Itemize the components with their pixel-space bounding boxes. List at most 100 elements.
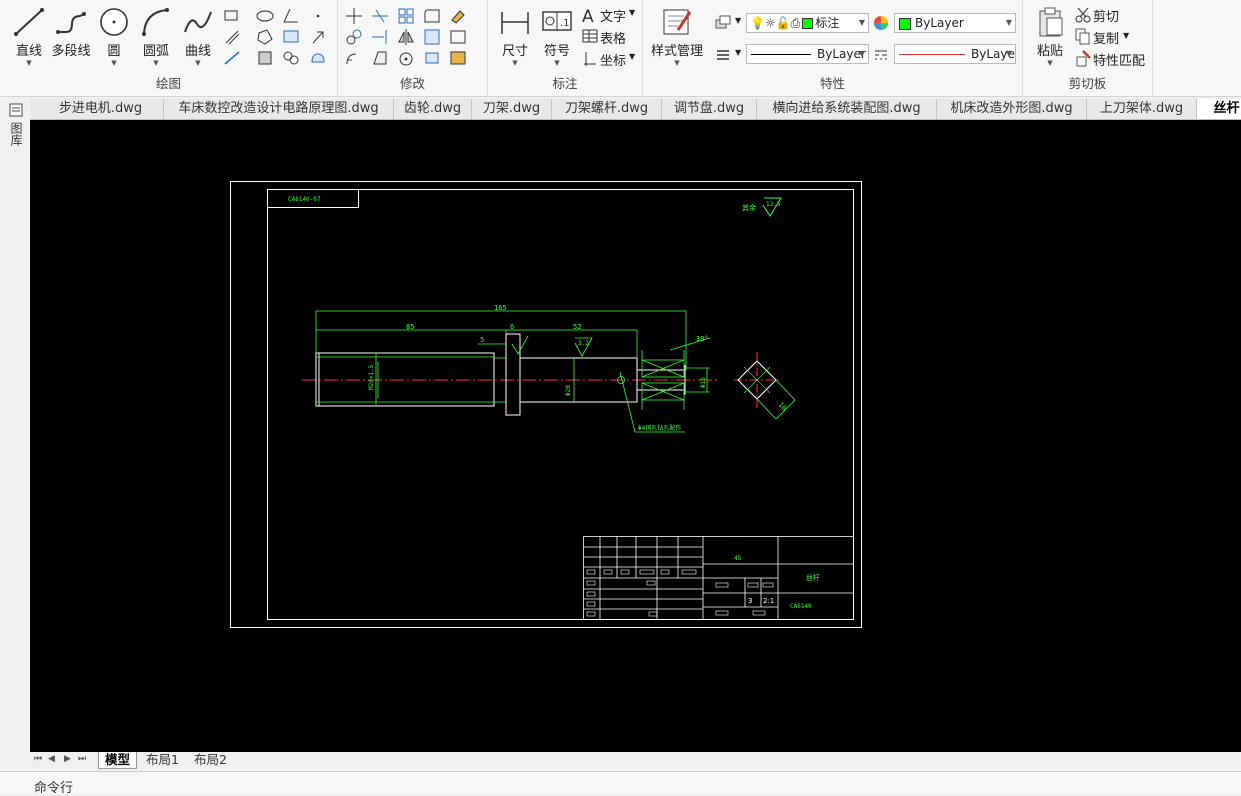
chevron-down-icon[interactable]: ▼ [735,16,741,25]
chevron-down-icon: ▼ [1047,59,1053,67]
doc-tab[interactable]: 横向进给系统装配图.dwg [757,99,937,119]
move-icon[interactable] [344,6,364,26]
arc-tool[interactable]: 圆弧 ▼ [135,6,177,67]
array-icon[interactable] [396,6,416,26]
layout-tab-2[interactable]: 布局2 [188,752,233,769]
text-tool-label[interactable]: 文字 [600,6,626,25]
linetype-combo[interactable]: ByLayer ▼ [746,44,869,64]
chevron-down-icon: ▼ [858,18,865,27]
spline-icon [181,6,215,38]
lineweight-combo[interactable]: ByLayer ▼ [894,44,1016,64]
offset-icon[interactable] [344,48,364,68]
circle-tool[interactable]: 圆 ▼ [93,6,135,67]
block-icon[interactable] [281,27,301,47]
properties-group-label: 特性 [819,76,845,91]
sun-icon: ☼ [764,16,776,30]
curve-tool[interactable]: 曲线 ▼ [177,6,219,67]
roughness-value: 12.5 [766,201,781,208]
line-tool[interactable]: 直线 ▼ [8,6,50,67]
wipeout-icon[interactable] [281,48,301,68]
chevron-down-icon: ▼ [1005,18,1012,27]
revcloud-icon[interactable] [308,48,328,68]
region-icon[interactable] [255,27,275,47]
paste-tool[interactable]: 粘贴 ▼ [1029,6,1071,67]
doc-tab[interactable]: 调节盘.dwg [662,99,757,119]
scissors-icon[interactable] [1073,5,1093,25]
doc-tab[interactable]: 步进电机.dwg [38,99,164,119]
dim-5: 5 [480,336,484,344]
chevron-down-icon: ▼ [512,59,518,67]
ellipse-icon[interactable] [255,6,275,26]
table-tool-label[interactable]: 表格 [600,28,626,47]
drawing-svg[interactable]: CA6140-07 其余 12.5 165 85 6 52 5 30° 3.2 … [30,120,1241,752]
prev-tab-icon[interactable]: ◀ [48,754,55,764]
sheet-border [230,181,862,628]
stretch-icon[interactable] [448,27,468,47]
explode-icon[interactable] [422,48,442,68]
copy-label[interactable]: 复制 [1093,28,1119,47]
chevron-down-icon[interactable]: ▼ [735,48,741,57]
doc-tab[interactable]: 刀架螺杆.dwg [552,99,662,119]
color-combo[interactable]: ByLayer ▼ [894,13,1016,33]
polyline-tool[interactable]: 多段线 [50,6,92,59]
lineweight-icon[interactable] [713,44,733,64]
style-manager-tool[interactable]: 样式管理 ▼ [649,6,705,67]
coordinate-icon[interactable] [580,48,600,68]
cut-label[interactable]: 剪切 [1093,6,1119,25]
doc-tab[interactable]: 刀架.dwg [472,99,552,119]
break-icon[interactable] [370,48,390,68]
text-icon[interactable]: A [580,5,600,27]
first-tab-icon[interactable]: ⏮ [34,754,42,764]
circle-label: 圆 [107,44,121,59]
rotate-icon[interactable] [396,48,416,68]
doc-tab[interactable]: 齿轮.dwg [394,99,472,119]
command-line-label: 命令行 [34,781,74,796]
point-icon[interactable] [308,6,328,26]
title-scale: 2:1 [763,597,774,605]
coordinate-tool-label[interactable]: 坐标 [600,50,626,69]
chevron-down-icon[interactable]: ▼ [629,52,635,61]
erase-icon[interactable] [448,6,468,26]
mirror-icon[interactable] [396,27,416,47]
copy-icon[interactable] [1073,26,1093,46]
rectangle-icon[interactable] [222,6,242,26]
next-tab-icon[interactable]: ▶ [64,754,71,764]
join-icon[interactable] [448,48,468,68]
chevron-down-icon[interactable]: ▼ [629,8,635,17]
extend-icon[interactable] [370,27,390,47]
tolerance-icon: .1 [540,6,574,38]
svg-text:.1: .1 [560,18,570,29]
doc-tab[interactable]: 车床数控改造设计电路原理图.dwg [164,99,394,119]
clipboard-group: 粘贴 ▼ 剪切 复制 ▼ 特性匹配 剪切板 [1023,0,1153,97]
hatch-line-icon[interactable] [222,27,242,47]
table-icon[interactable] [580,26,600,46]
layout-tab-1[interactable]: 布局1 [140,752,185,769]
color-value: ByLayer [915,16,964,30]
drawing-canvas[interactable]: CA6140-07 其余 12.5 165 85 6 52 5 30° 3.2 … [30,120,1241,752]
arrow-icon[interactable] [308,27,328,47]
match-properties-label[interactable]: 特性匹配 [1093,50,1145,69]
linetype-scale-icon[interactable] [871,44,891,64]
layout-tab-model[interactable]: 模型 [98,752,138,769]
chevron-down-icon[interactable]: ▼ [1123,31,1129,40]
copy-object-icon[interactable] [344,27,364,47]
doc-tab[interactable]: 上刀架体.dwg [1087,99,1197,119]
trim-icon[interactable] [370,6,390,26]
doc-tab-active[interactable]: 丝杆 [1197,99,1241,119]
construction-line-icon[interactable] [222,48,242,68]
layer-combo[interactable]: 💡☼🔓⎙ 标注 ▼ [746,13,869,33]
boundary-icon[interactable] [255,48,275,68]
arc-icon [139,6,173,38]
command-line[interactable]: 命令行 [0,771,1241,796]
angle-icon[interactable] [281,6,301,26]
match-properties-icon[interactable] [1073,48,1093,68]
fillet-icon[interactable] [422,6,442,26]
layer-manager-icon[interactable] [713,12,733,32]
color-wheel-icon[interactable] [871,13,891,33]
dimension-tool[interactable]: 尺寸 ▼ [494,6,536,67]
library-panel-button[interactable]: 图库 [8,103,24,146]
doc-tab[interactable]: 机床改造外形图.dwg [937,99,1087,119]
last-tab-icon[interactable]: ⏭ [78,754,86,764]
symbol-tool[interactable]: .1 符号 ▼ [536,6,578,67]
scale-icon[interactable] [422,27,442,47]
